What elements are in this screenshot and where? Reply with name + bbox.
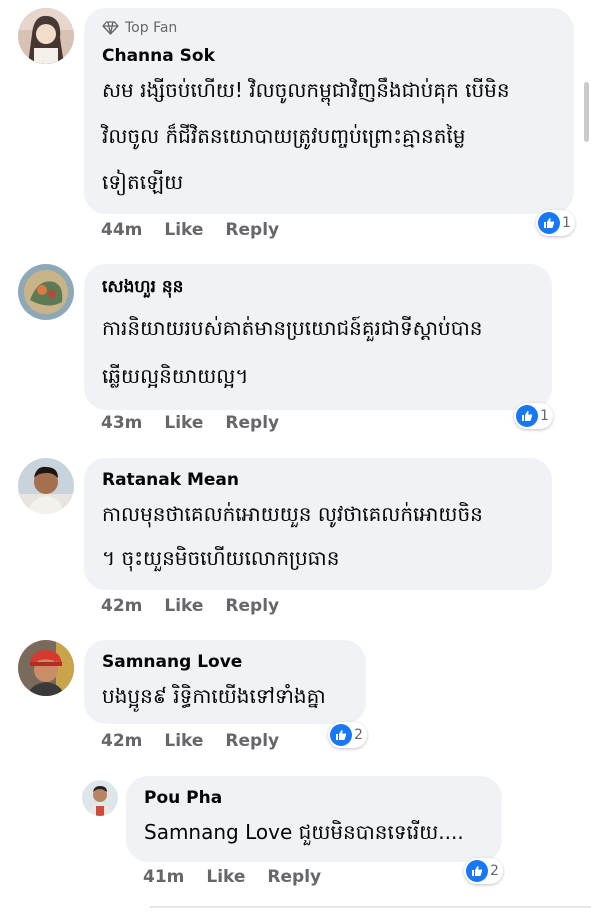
avatar[interactable] — [18, 458, 74, 514]
comment-timestamp[interactable]: 43m — [101, 413, 142, 433]
like-button[interactable]: Like — [164, 596, 203, 616]
comment-author[interactable]: Channa Sok — [102, 46, 215, 66]
reply-button[interactable]: Reply — [225, 731, 279, 751]
reaction-count-label: 2 — [490, 863, 499, 879]
divider — [150, 906, 591, 908]
comment-text-line: វិលចូល ក៏ជីវិតនយោបាយត្រូវបញ្ចប់ព្រោះគ្មា… — [102, 124, 466, 148]
reply-button[interactable]: Reply — [225, 220, 279, 240]
reply-button[interactable]: Reply — [267, 867, 321, 887]
comment-actions: 44m Like Reply — [101, 220, 279, 240]
reaction-count[interactable]: 2 — [464, 858, 503, 884]
comment-timestamp[interactable]: 42m — [101, 596, 142, 616]
comment-author[interactable]: សេងហួរ នុន — [102, 276, 183, 301]
avatar[interactable] — [18, 8, 74, 64]
reaction-count-label: 2 — [354, 727, 363, 743]
comment-text-line: កាលមុនថាគេលក់អោយយួន លូវថាគេលក់អោយចិន — [102, 502, 483, 526]
comment-author[interactable]: Ratanak Mean — [102, 470, 239, 490]
comment-text-line: បងប្អូន៩ រិទ្ធិកាយើងទៅទាំងគ្នា — [102, 684, 326, 708]
comment-text-line: សម រង្សីចប់ហើយ! វិលចូលកម្ពុជាវិញនឹងជាប់គ… — [102, 78, 510, 102]
comment-text-line: Samnang Love ជួយមិនបានទេរើយ.... — [144, 820, 464, 844]
comment-timestamp[interactable]: 44m — [101, 220, 142, 240]
top-fan-label: Top Fan — [125, 20, 178, 36]
comment-actions: 42m Like Reply — [101, 731, 279, 751]
comment-timestamp[interactable]: 42m — [101, 731, 142, 751]
reaction-count[interactable]: 2 — [328, 722, 367, 748]
comment-actions: 41m Like Reply — [143, 867, 321, 887]
comment-bubble: សេងហួរ នុន ការនិយាយរបស់គាត់មានប្រយោជន៍គួ… — [84, 264, 552, 410]
comment-actions: 42m Like Reply — [101, 596, 279, 616]
reaction-count[interactable]: 1 — [536, 210, 575, 236]
comment-timestamp[interactable]: 41m — [143, 867, 184, 887]
comment-bubble: Samnang Love បងប្អូន៩ រិទ្ធិកាយើងទៅទាំងគ… — [84, 640, 366, 724]
like-reaction-icon — [538, 212, 560, 234]
comment-text-line: ទៀតឡើយ — [102, 170, 184, 194]
comment-actions: 43m Like Reply — [101, 413, 279, 433]
like-reaction-icon — [516, 405, 538, 427]
reaction-count-label: 1 — [562, 215, 571, 231]
avatar[interactable] — [18, 264, 74, 320]
reaction-count[interactable]: 1 — [514, 403, 553, 429]
scrollbar[interactable] — [584, 82, 589, 142]
comment-text-line: ។ ចុះយួនមិចហើយលោកប្រធាន — [102, 546, 340, 570]
avatar[interactable] — [18, 640, 74, 696]
comment-author[interactable]: Samnang Love — [102, 652, 242, 672]
like-button[interactable]: Like — [164, 731, 203, 751]
top-fan-badge: Top Fan — [102, 20, 177, 36]
like-button[interactable]: Like — [164, 220, 203, 240]
reply-button[interactable]: Reply — [225, 413, 279, 433]
comment-bubble: Top Fan Channa Sok សម រង្សីចប់ហើយ! វិលចូ… — [84, 8, 574, 214]
like-button[interactable]: Like — [164, 413, 203, 433]
avatar[interactable] — [82, 780, 118, 816]
comment-bubble: Ratanak Mean កាលមុនថាគេលក់អោយយួន លូវថាគេ… — [84, 458, 552, 590]
like-reaction-icon — [330, 724, 352, 746]
reply-button[interactable]: Reply — [225, 596, 279, 616]
comment-author[interactable]: Pou Pha — [144, 788, 222, 808]
reply-bubble: Pou Pha Samnang Love ជួយមិនបានទេរើយ.... — [126, 776, 502, 862]
comment-text-line: ការនិយាយរបស់គាត់មានប្រយោជន៍គួរជាទីស្តាប់… — [102, 316, 483, 340]
comment-text-line: ឆ្លើយល្អនិយាយល្អ។ — [102, 364, 249, 388]
like-button[interactable]: Like — [206, 867, 245, 887]
diamond-icon — [102, 21, 119, 35]
reaction-count-label: 1 — [540, 408, 549, 424]
like-reaction-icon — [466, 860, 488, 882]
